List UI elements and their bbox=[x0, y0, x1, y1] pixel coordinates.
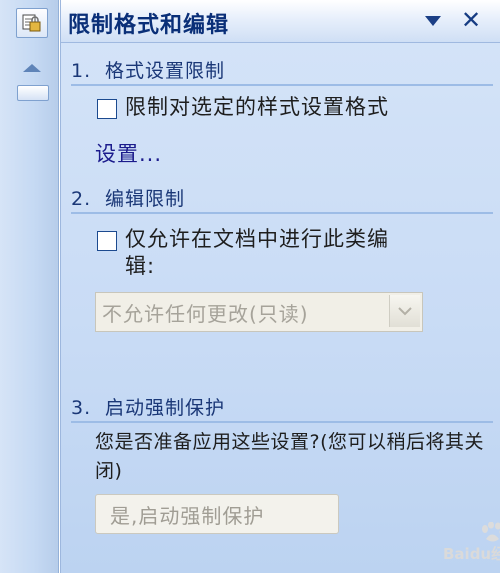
section-number: 2. bbox=[71, 188, 92, 210]
editing-type-value: 不允许任何更改(只读) bbox=[102, 302, 309, 326]
section-divider bbox=[71, 212, 493, 214]
section-number: 1. bbox=[71, 60, 92, 82]
document-scroll-strip bbox=[0, 0, 59, 573]
section-title-text: 格式设置限制 bbox=[105, 60, 226, 82]
enforce-note: 您是否准备应用这些设置?(您可以稍后将其关闭) bbox=[95, 431, 484, 482]
section-formatting-title: 1. 格式设置限制 bbox=[71, 56, 225, 83]
view-toggle-button[interactable] bbox=[16, 8, 48, 38]
allow-editing-type-checkbox[interactable] bbox=[97, 231, 117, 251]
section-title-text: 启动强制保护 bbox=[105, 397, 226, 419]
document-protect-icon bbox=[22, 14, 41, 32]
scroll-thumb[interactable] bbox=[17, 85, 49, 101]
section-enforce-title: 3. 启动强制保护 bbox=[71, 393, 225, 420]
allow-editing-label-line2: 辑: bbox=[125, 254, 156, 278]
start-enforcing-button[interactable]: 是,启动强制保护 bbox=[95, 494, 339, 534]
baidu-watermark: Baidu经验 bbox=[443, 522, 500, 568]
baidu-paw-icon bbox=[482, 522, 500, 542]
editing-type-dropdown[interactable]: 不允许任何更改(只读) bbox=[95, 292, 423, 332]
word-window-fragment: 限制格式和编辑 ✕ 1. 格式设置限制 限制对选定的样式设置格式 设置... 2.… bbox=[0, 0, 500, 573]
close-icon[interactable]: ✕ bbox=[458, 7, 484, 33]
section-divider bbox=[71, 84, 493, 86]
pane-title: 限制格式和编辑 bbox=[68, 13, 230, 38]
section-title-text: 编辑限制 bbox=[105, 188, 186, 210]
section-divider bbox=[71, 421, 493, 423]
scroll-up-arrow[interactable] bbox=[23, 64, 41, 72]
formatting-settings-link[interactable]: 设置... bbox=[95, 138, 162, 168]
start-enforcing-label: 是,启动强制保护 bbox=[110, 504, 265, 528]
pane-options-dropdown-icon[interactable] bbox=[425, 16, 441, 26]
limit-formatting-checkbox[interactable] bbox=[97, 99, 117, 119]
restrict-editing-task-pane: 限制格式和编辑 ✕ 1. 格式设置限制 限制对选定的样式设置格式 设置... 2.… bbox=[60, 0, 500, 573]
watermark-text: Baidu经验 bbox=[443, 545, 500, 563]
limit-formatting-label: 限制对选定的样式设置格式 bbox=[125, 95, 389, 119]
section-number: 3. bbox=[71, 397, 92, 419]
pane-header: 限制格式和编辑 ✕ bbox=[61, 0, 500, 43]
chevron-down-icon bbox=[398, 307, 412, 316]
dropdown-button[interactable] bbox=[389, 295, 420, 327]
section-editing-title: 2. 编辑限制 bbox=[71, 184, 185, 211]
allow-editing-label-line1: 仅允许在文档中进行此类编 bbox=[125, 227, 389, 251]
